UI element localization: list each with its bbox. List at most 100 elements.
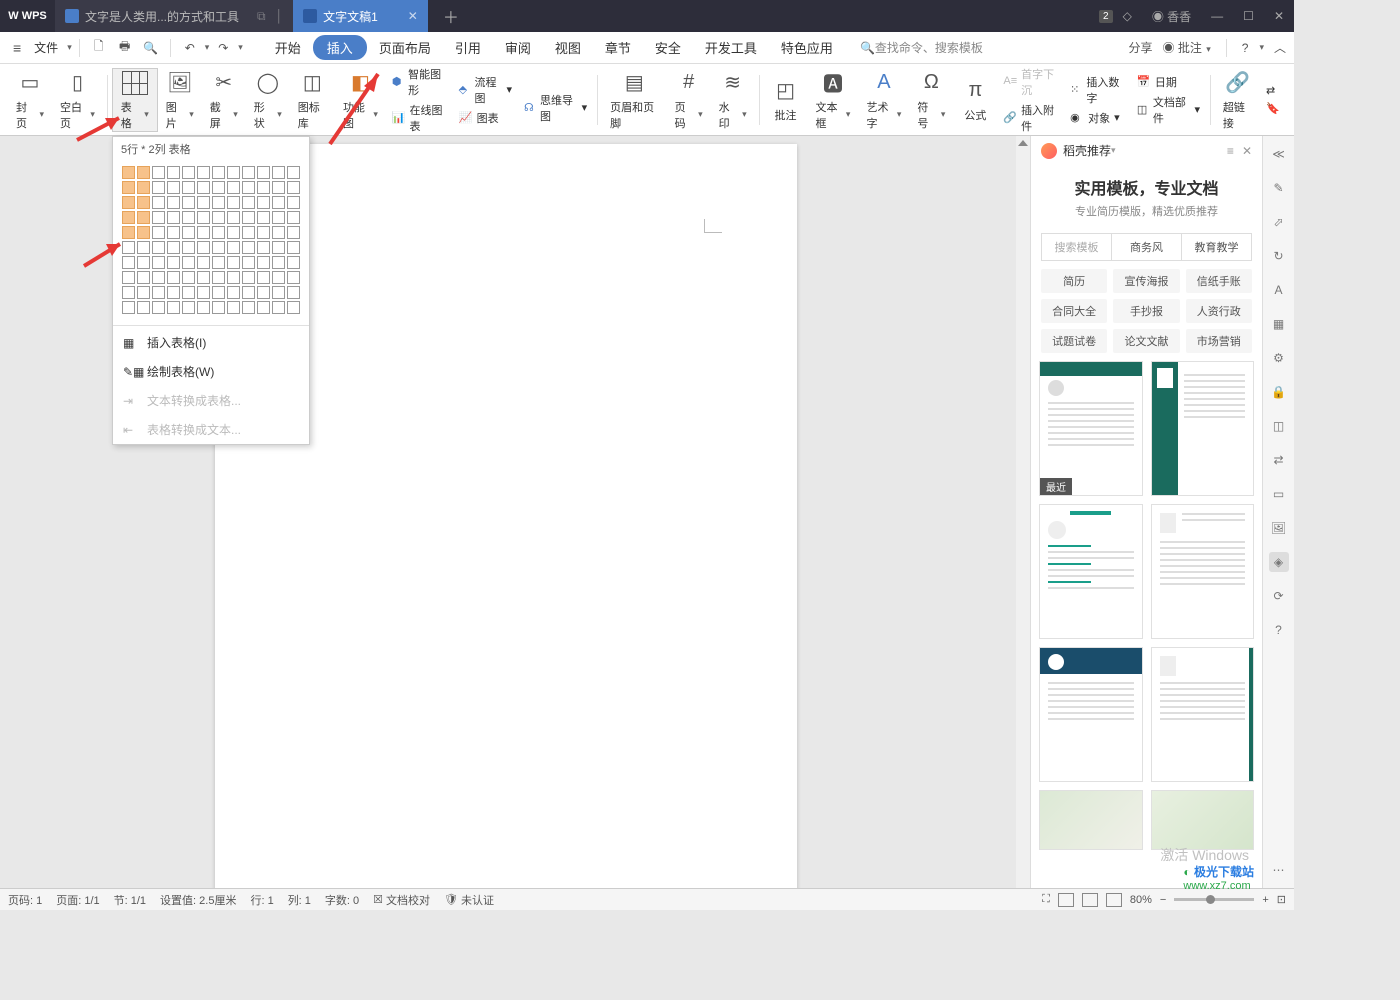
- grid-cell[interactable]: [212, 166, 225, 179]
- maximize-button[interactable]: ☐: [1233, 9, 1264, 23]
- zoom-out-icon[interactable]: −: [1160, 894, 1166, 906]
- grid-cell[interactable]: [242, 286, 255, 299]
- grid-cell[interactable]: [122, 211, 135, 224]
- template-thumb[interactable]: [1039, 647, 1143, 782]
- save-icon[interactable]: 🗋: [90, 39, 108, 57]
- strip-transfer-icon[interactable]: ⇄: [1269, 450, 1289, 470]
- grid-cell[interactable]: [167, 226, 180, 239]
- strip-refresh-icon[interactable]: ⟳: [1269, 586, 1289, 606]
- template-thumb[interactable]: [1039, 504, 1143, 639]
- grid-cell[interactable]: [152, 241, 165, 254]
- grid-cell[interactable]: [197, 271, 210, 284]
- symbol-button[interactable]: Ω 符号▾: [909, 68, 953, 132]
- close-window-button[interactable]: ✕: [1264, 9, 1294, 23]
- grid-cell[interactable]: [227, 166, 240, 179]
- grid-cell[interactable]: [242, 181, 255, 194]
- cat-hr[interactable]: 人资行政: [1186, 299, 1252, 323]
- grid-cell[interactable]: [257, 166, 270, 179]
- strip-more-icon[interactable]: ⋯: [1269, 860, 1289, 880]
- grid-cell[interactable]: [197, 286, 210, 299]
- watermark-button[interactable]: ≋ 水印▾: [711, 68, 755, 132]
- grid-cell[interactable]: [212, 226, 225, 239]
- document-tab-2-active[interactable]: 文字文稿1 ✕: [293, 0, 428, 32]
- preview-icon[interactable]: 🔍: [142, 39, 160, 57]
- grid-cell[interactable]: [197, 211, 210, 224]
- grid-cell[interactable]: [287, 256, 300, 269]
- template-thumb[interactable]: 最近: [1039, 361, 1143, 496]
- grid-cell[interactable]: [272, 181, 285, 194]
- grid-cell[interactable]: [182, 256, 195, 269]
- panel-menu-icon[interactable]: ≡: [1227, 144, 1234, 158]
- flowchart-button[interactable]: ⬘流程图▾: [459, 74, 512, 106]
- grid-cell[interactable]: [152, 301, 165, 314]
- grid-cell[interactable]: [167, 256, 180, 269]
- grid-cell[interactable]: [122, 286, 135, 299]
- grid-cell[interactable]: [257, 226, 270, 239]
- strip-settings-icon[interactable]: ⚙: [1269, 348, 1289, 368]
- tab-section[interactable]: 章节: [593, 33, 643, 62]
- grid-cell[interactable]: [242, 301, 255, 314]
- cross-ref-button[interactable]: ⇄: [1266, 84, 1280, 98]
- tab-insert[interactable]: 插入: [313, 35, 367, 60]
- grid-cell[interactable]: [182, 286, 195, 299]
- docparts-button[interactable]: ◫文档部件▾: [1137, 94, 1200, 126]
- grid-cell[interactable]: [287, 211, 300, 224]
- template-thumb[interactable]: [1151, 647, 1255, 782]
- formula-button[interactable]: π 公式: [953, 68, 997, 132]
- insert-table-item[interactable]: ▦ 插入表格(I): [113, 328, 309, 357]
- grid-cell[interactable]: [212, 256, 225, 269]
- grid-cell[interactable]: [137, 211, 150, 224]
- tab-education[interactable]: 教育教学: [1182, 234, 1251, 260]
- grid-cell[interactable]: [182, 181, 195, 194]
- grid-cell[interactable]: [167, 301, 180, 314]
- grid-cell[interactable]: [182, 211, 195, 224]
- grid-cell[interactable]: [197, 166, 210, 179]
- grid-cell[interactable]: [167, 196, 180, 209]
- zoom-in-icon[interactable]: +: [1262, 894, 1268, 906]
- view-print-icon[interactable]: [1058, 893, 1074, 907]
- grid-cell[interactable]: [272, 211, 285, 224]
- grid-cell[interactable]: [167, 166, 180, 179]
- grid-cell[interactable]: [197, 196, 210, 209]
- cover-button[interactable]: ▭ 封页▾: [8, 68, 52, 132]
- grid-cell[interactable]: [122, 271, 135, 284]
- cat-marketing[interactable]: 市场营销: [1186, 329, 1252, 353]
- undo-icon[interactable]: ↶: [181, 39, 199, 57]
- strip-template-icon[interactable]: ◈: [1269, 552, 1289, 572]
- grid-cell[interactable]: [242, 196, 255, 209]
- status-words[interactable]: 字数: 0: [325, 892, 359, 908]
- strip-lock-icon[interactable]: 🔒: [1269, 382, 1289, 402]
- draw-table-item[interactable]: ✎▦ 绘制表格(W): [113, 357, 309, 386]
- grid-cell[interactable]: [212, 301, 225, 314]
- grid-cell[interactable]: [167, 241, 180, 254]
- grid-cell[interactable]: [227, 226, 240, 239]
- grid-cell[interactable]: [137, 226, 150, 239]
- grid-cell[interactable]: [152, 226, 165, 239]
- redo-icon[interactable]: ↷: [214, 39, 232, 57]
- grid-cell[interactable]: [227, 241, 240, 254]
- mindmap-button[interactable]: ☊思维导图▾: [524, 92, 587, 124]
- insertnum-button[interactable]: ⁙插入数字: [1070, 74, 1125, 106]
- template-thumb[interactable]: [1151, 790, 1255, 850]
- status-auth[interactable]: 🛡 未认证: [444, 892, 494, 908]
- grid-cell[interactable]: [287, 181, 300, 194]
- bookmark-button[interactable]: 🔖: [1266, 102, 1280, 116]
- grid-cell[interactable]: [257, 271, 270, 284]
- grid-cell[interactable]: [272, 286, 285, 299]
- zoom-value[interactable]: 80%: [1130, 894, 1152, 906]
- status-pageno[interactable]: 页码: 1: [8, 892, 42, 908]
- smartart-button[interactable]: ⬢智能图形: [392, 66, 447, 98]
- grid-cell[interactable]: [257, 181, 270, 194]
- object-button[interactable]: ◉对象▾: [1070, 110, 1125, 126]
- grid-cell[interactable]: [137, 166, 150, 179]
- grid-cell[interactable]: [122, 301, 135, 314]
- view-outline-icon[interactable]: [1106, 893, 1122, 907]
- grid-cell[interactable]: [272, 256, 285, 269]
- grid-cell[interactable]: [152, 256, 165, 269]
- grid-cell[interactable]: [257, 196, 270, 209]
- grid-cell[interactable]: [212, 271, 225, 284]
- grid-cell[interactable]: [182, 271, 195, 284]
- grid-cell[interactable]: [182, 241, 195, 254]
- comment-button[interactable]: ◉ 批注 ▾: [1163, 39, 1211, 56]
- hyperlink-button[interactable]: 🔗 超链接: [1215, 68, 1260, 132]
